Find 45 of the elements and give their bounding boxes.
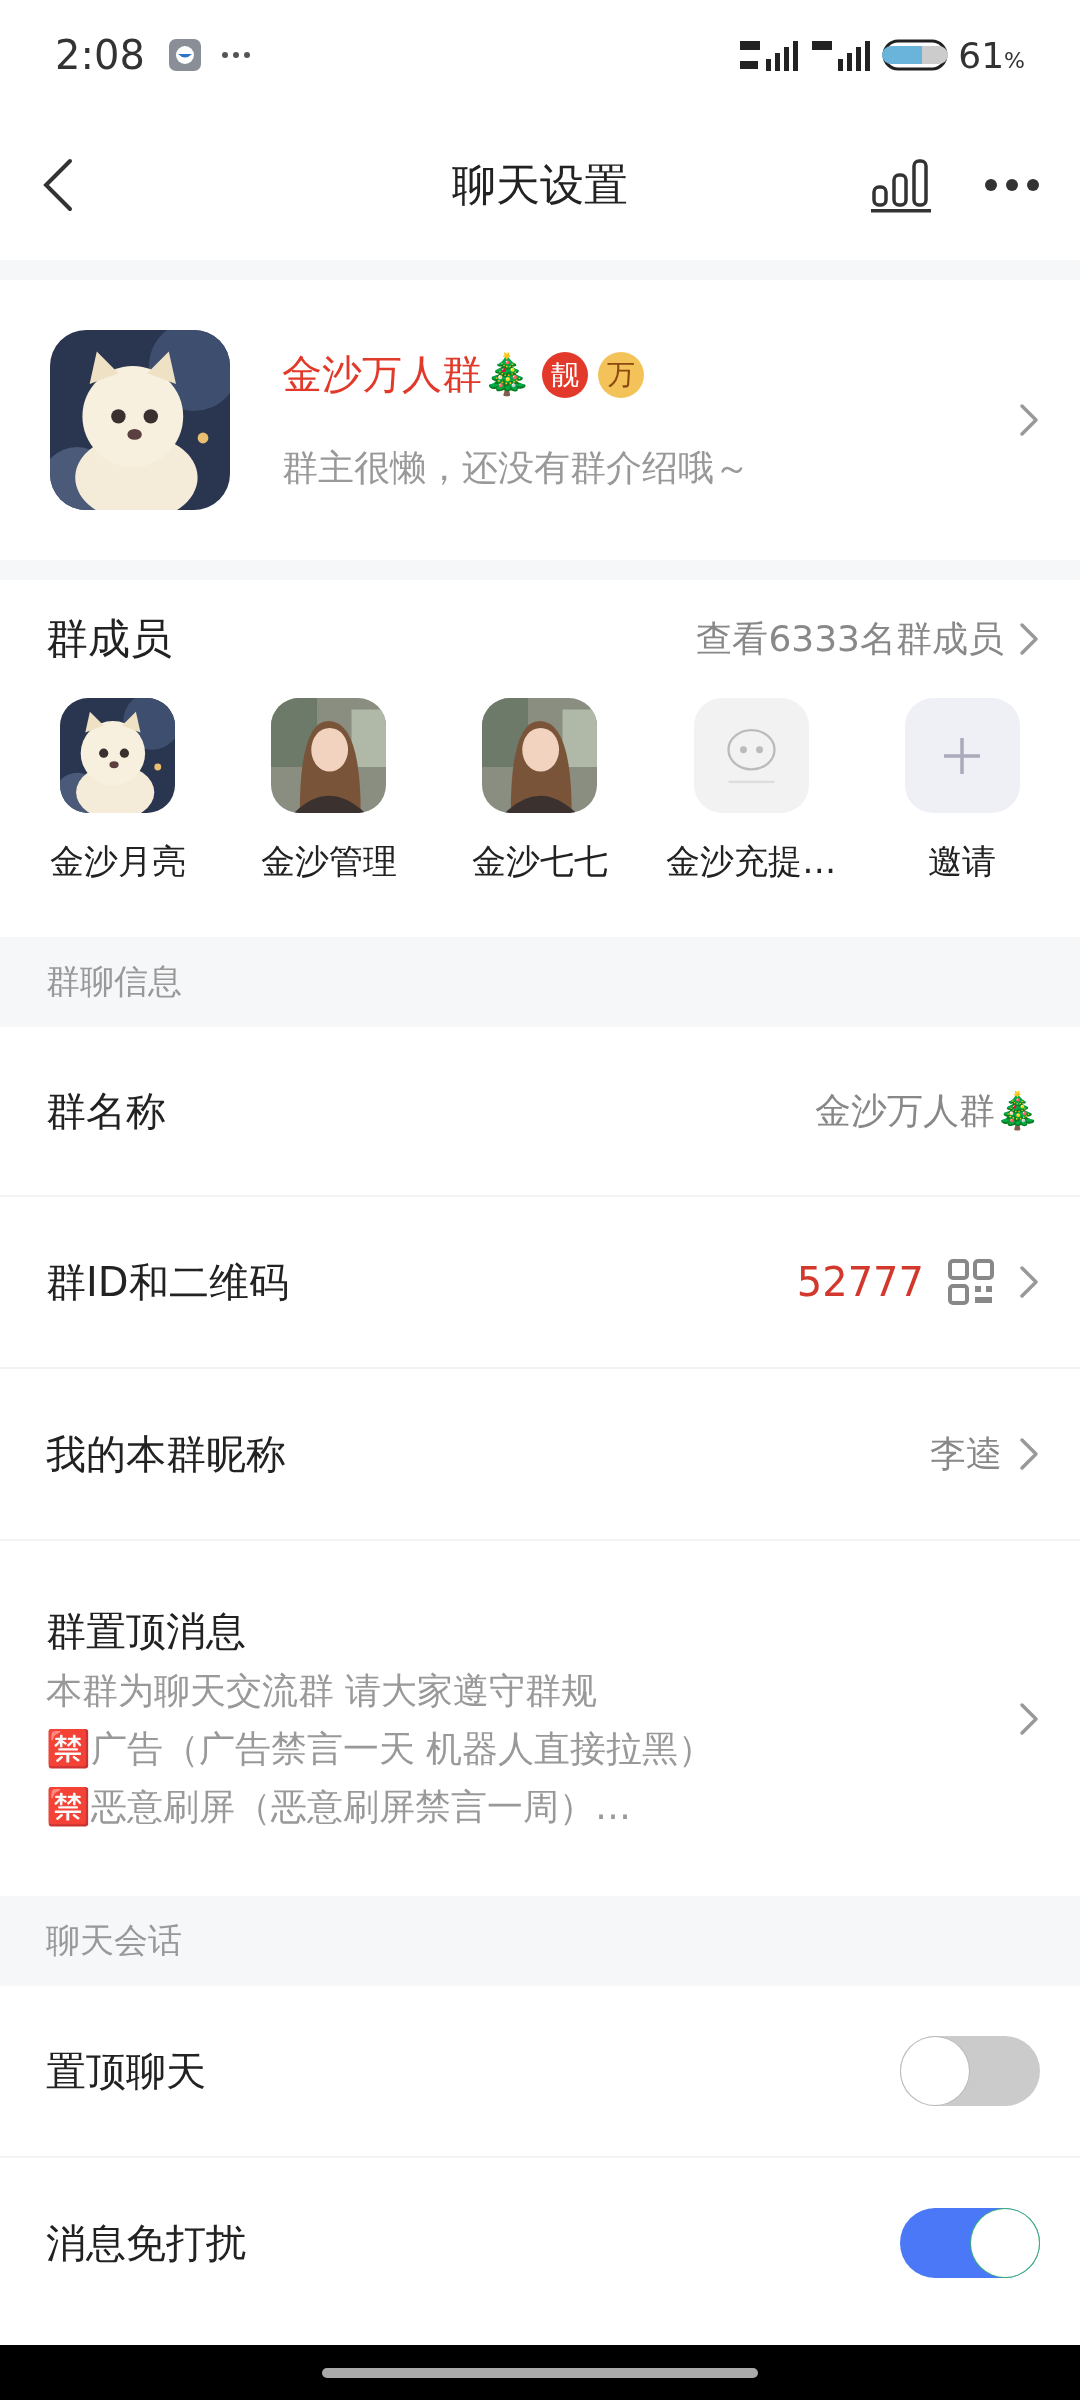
- page-title: 聊天设置: [452, 158, 628, 210]
- row-label: 消息免打扰: [46, 2218, 247, 2268]
- battery-icon: [882, 39, 949, 71]
- member-name: 金沙管理: [260, 840, 397, 883]
- member-name: 金沙充提…: [666, 840, 837, 883]
- percent-sign: %: [1004, 47, 1025, 73]
- member-name: 邀请: [928, 840, 997, 883]
- section-header: 群聊信息: [46, 960, 182, 1003]
- pinned-message-line: 🈲广告（广告禁言一天 机器人直接拉黑）: [46, 1727, 716, 1771]
- home-indicator[interactable]: [322, 2367, 758, 2378]
- chevron-right-icon: [1018, 1700, 1040, 1737]
- statistics-button[interactable]: [870, 157, 932, 213]
- view-members-link[interactable]: 查看6333名群成员: [696, 614, 1004, 664]
- plus-icon: [942, 735, 983, 776]
- row-value: 金沙万人群🎄: [815, 1088, 1040, 1133]
- battery-percentage: 61: [958, 34, 1005, 76]
- more-button[interactable]: [984, 178, 1040, 192]
- member-name: 金沙七七: [472, 840, 608, 883]
- row-label: 群置顶消息: [46, 1607, 247, 1656]
- chevron-right-icon: [1018, 1264, 1040, 1300]
- chevron-right-icon: [1018, 402, 1040, 438]
- bar-chart-icon: [870, 157, 932, 213]
- row-label: 置顶聊天: [46, 2046, 207, 2096]
- placeholder-image-icon: [693, 698, 809, 813]
- row-label: 我的本群昵称: [46, 1429, 287, 1479]
- app-notification-icon: [168, 39, 201, 71]
- row-label: 群ID和二维码: [46, 1257, 290, 1307]
- section-title: 群成员: [46, 613, 173, 665]
- row-value: 李逵: [930, 1431, 1002, 1476]
- more-icon: [984, 178, 1040, 192]
- pinned-message-line: 本群为聊天交流群 请大家遵守群规: [46, 1669, 599, 1713]
- group-name: 金沙万人群🎄: [282, 350, 532, 399]
- pinned-message-line: 🈲恶意刷屏（恶意刷屏禁言一周）…: [46, 1785, 632, 1829]
- group-id: 52777: [796, 1259, 924, 1305]
- chevron-right-icon: [1018, 1436, 1040, 1472]
- row-label: 群名称: [46, 1086, 167, 1136]
- member-name: 金沙月亮: [49, 840, 186, 883]
- qr-code-icon: [948, 1259, 994, 1305]
- group-intro: 群主很懒，还没有群介绍哦～: [282, 446, 751, 490]
- clock: 2:08: [55, 32, 145, 78]
- more-notifications-icon: [220, 51, 251, 59]
- badge: 靓: [542, 351, 588, 398]
- chevron-right-icon: [1018, 621, 1040, 657]
- badge: 万: [598, 351, 644, 398]
- section-header: 聊天会话: [46, 1919, 182, 1962]
